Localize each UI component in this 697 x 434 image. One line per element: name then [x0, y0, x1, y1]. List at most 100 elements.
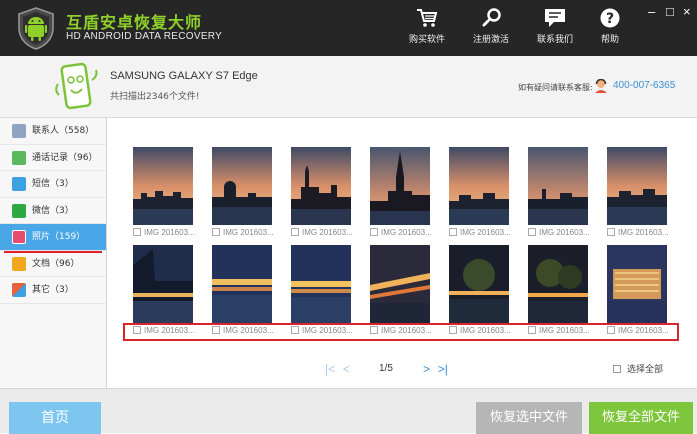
chat-icon [545, 9, 565, 27]
photo-caption: IMG 201603... [212, 228, 274, 237]
photo-caption: IMG 201603... [291, 326, 353, 335]
photo-item[interactable]: IMG 201603... [370, 147, 432, 237]
sidebar-item-others[interactable]: 其它（3） [0, 277, 106, 304]
photo-item[interactable]: IMG 201603... [291, 245, 353, 335]
photo-item[interactable]: IMG 201603... [607, 147, 669, 237]
photo-item[interactable]: IMG 201603... [449, 147, 511, 237]
first-page-button[interactable]: |< [325, 362, 335, 376]
select-all-checkbox[interactable] [613, 365, 621, 373]
photo-filename: IMG 201603... [618, 326, 669, 335]
help-button[interactable]: ? 帮助 [582, 8, 638, 48]
photo-filename: IMG 201603... [460, 326, 511, 335]
sidebar-item-documents[interactable]: 文档（96） [0, 251, 106, 277]
photo-filename: IMG 201603... [144, 228, 195, 237]
photo-checkbox[interactable] [370, 326, 378, 334]
photo-item[interactable]: IMG 201603... [528, 147, 590, 237]
sms-icon [12, 177, 26, 191]
photo-item[interactable]: IMG 201603... [449, 245, 511, 335]
photo-checkbox[interactable] [607, 326, 615, 334]
sidebar-item-label: 其它（3） [32, 285, 74, 295]
pager-next-last: > >| [423, 362, 448, 376]
recover-selected-button[interactable]: 恢复选中文件 [476, 402, 582, 434]
photo-checkbox[interactable] [133, 228, 141, 236]
photo-item[interactable]: IMG 201603... [133, 147, 195, 237]
photo-filename: IMG 201603... [618, 228, 669, 237]
photo-item[interactable]: IMG 201603... [528, 245, 590, 335]
pager-first-prev: |< < [325, 362, 350, 376]
photo-thumbnail[interactable] [212, 147, 272, 225]
photo-thumbnail[interactable] [370, 147, 430, 225]
photo-caption: IMG 201603... [212, 326, 274, 335]
contact-button[interactable]: 联系我们 [527, 8, 583, 48]
sidebar-item-label: 通话记录（96） [32, 152, 98, 163]
prev-page-button[interactable]: < [343, 362, 350, 376]
photo-caption: IMG 201603... [607, 228, 669, 237]
support-phone[interactable]: 400-007-6365 [613, 80, 675, 91]
photo-caption: IMG 201603... [528, 228, 590, 237]
photo-checkbox[interactable] [370, 228, 378, 236]
maximize-button[interactable]: □ [666, 4, 674, 19]
photo-thumbnail[interactable] [133, 147, 193, 225]
photo-checkbox[interactable] [291, 228, 299, 236]
photo-checkbox[interactable] [449, 326, 457, 334]
contact-label: 联系我们 [536, 35, 573, 45]
photo-thumbnail[interactable] [291, 147, 351, 225]
photo-thumbnail[interactable] [449, 245, 509, 323]
sidebar-item-contacts[interactable]: 联系人（558） [0, 118, 106, 145]
sidebar-item-label: 微信（3） [32, 205, 74, 216]
support-agent-icon [595, 79, 607, 93]
photo-checkbox[interactable] [449, 228, 457, 236]
register-label: 注册激活 [472, 35, 509, 45]
sidebar-item-label: 联系人（558） [32, 126, 95, 136]
sidebar-item-call-log[interactable]: 通话记录（96） [0, 145, 106, 171]
photo-checkbox[interactable] [212, 228, 220, 236]
photo-thumbnail[interactable] [370, 245, 430, 323]
photo-icon [12, 230, 26, 244]
photo-item[interactable]: IMG 201603... [607, 245, 669, 335]
minimize-button[interactable]: – [648, 4, 655, 19]
close-button[interactable]: × [683, 4, 691, 19]
recover-all-button[interactable]: 恢复全部文件 [589, 402, 693, 434]
photo-thumbnail[interactable] [449, 147, 509, 225]
photo-item[interactable]: IMG 201603... [133, 245, 195, 335]
sidebar-item-wechat[interactable]: 微信（3） [0, 198, 106, 224]
contacts-icon [12, 124, 26, 138]
photo-thumbnail[interactable] [528, 147, 588, 225]
app-title: 互盾安卓恢复大师 [66, 13, 203, 32]
photo-item[interactable]: IMG 201603... [370, 245, 432, 335]
photo-item[interactable]: IMG 201603... [212, 245, 274, 335]
last-page-button[interactable]: >| [438, 362, 448, 376]
scan-count: 共扫描出2346个文件! [110, 92, 200, 102]
photo-checkbox[interactable] [133, 326, 141, 334]
photo-checkbox[interactable] [528, 326, 536, 334]
photo-thumbnail[interactable] [291, 245, 351, 323]
select-all-label: 选择全部 [627, 365, 664, 375]
photo-filename: IMG 201603... [381, 326, 432, 335]
photo-item[interactable]: IMG 201603... [291, 147, 353, 237]
photo-caption: IMG 201603... [133, 326, 195, 335]
photo-filename: IMG 201603... [223, 326, 274, 335]
photo-thumbnail[interactable] [528, 245, 588, 323]
sidebar-item-photos[interactable]: 照片（159） [0, 224, 106, 252]
buy-software-button[interactable]: 购买软件 [399, 8, 455, 48]
sidebar-item-sms[interactable]: 短信（3） [0, 171, 106, 198]
next-page-button[interactable]: > [423, 362, 430, 376]
buy-software-label: 购买软件 [408, 35, 445, 45]
photo-thumbnail[interactable] [212, 245, 272, 323]
register-button[interactable]: 注册激活 [463, 8, 519, 48]
photo-checkbox[interactable] [291, 326, 299, 334]
document-icon [12, 256, 26, 271]
photo-checkbox[interactable] [528, 228, 536, 236]
phone-call-icon [12, 150, 26, 165]
photo-thumbnail[interactable] [607, 245, 667, 323]
select-all-toggle[interactable]: 选择全部 [613, 362, 663, 375]
photo-thumbnail[interactable] [607, 147, 667, 225]
photo-thumbnail[interactable] [133, 245, 193, 323]
photo-filename: IMG 201603... [460, 228, 511, 237]
app-subtitle: HD ANDROID DATA RECOVERY [66, 31, 223, 42]
photo-item[interactable]: IMG 201603... [212, 147, 274, 237]
photo-checkbox[interactable] [607, 228, 615, 236]
home-button[interactable]: 首页 [9, 402, 101, 434]
bottom-bar: 首页 恢复选中文件 恢复全部文件 [0, 388, 697, 434]
photo-checkbox[interactable] [212, 326, 220, 334]
